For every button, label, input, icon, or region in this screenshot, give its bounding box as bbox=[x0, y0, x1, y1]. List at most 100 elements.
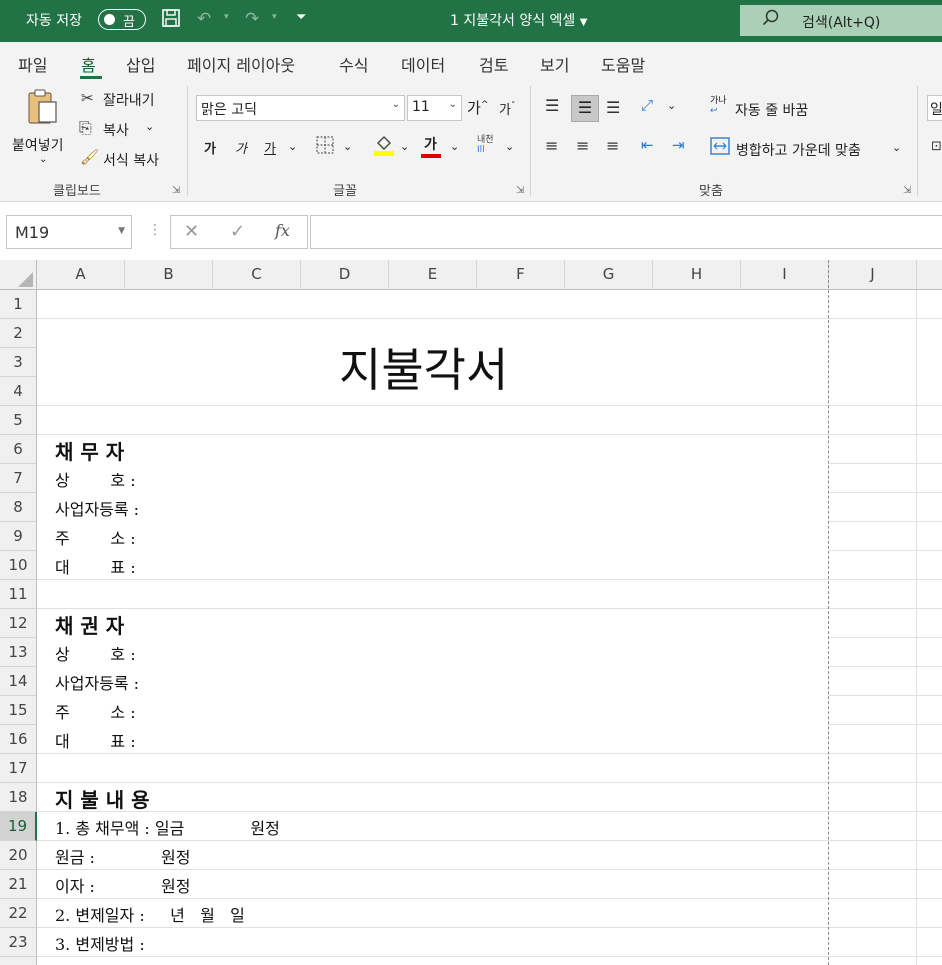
row-header-4[interactable]: 4 bbox=[0, 377, 37, 406]
redo-dropdown-icon[interactable]: ▾ bbox=[272, 12, 277, 22]
row-header-6[interactable]: 6 bbox=[0, 435, 37, 464]
column-header-c[interactable]: C bbox=[213, 260, 301, 290]
merge-center-icon[interactable] bbox=[710, 137, 730, 159]
worksheet-grid[interactable]: A B C D E F G H I J 1 2 3 4 5 6 7 8 9 10… bbox=[0, 260, 942, 965]
row-header-13[interactable]: 13 bbox=[0, 638, 37, 667]
redo-icon[interactable]: ↷ bbox=[245, 9, 259, 29]
borders-dropdown-icon[interactable]: ⌄ bbox=[343, 140, 352, 153]
tab-file[interactable]: 파일 bbox=[18, 52, 47, 76]
row-header-17[interactable]: 17 bbox=[0, 754, 37, 783]
row-header-10[interactable]: 10 bbox=[0, 551, 37, 580]
currency-icon[interactable]: ⊡ bbox=[931, 139, 942, 154]
fill-color-icon[interactable] bbox=[373, 133, 395, 161]
creditor-header[interactable]: 채 권 자 bbox=[55, 610, 124, 639]
row-header-23[interactable]: 23 bbox=[0, 928, 37, 957]
tab-help[interactable]: 도움말 bbox=[601, 52, 645, 76]
alignment-launcher-icon[interactable]: ⇲ bbox=[903, 185, 911, 196]
merge-center-button[interactable]: 병합하고 가운데 맞춤 bbox=[736, 140, 861, 160]
number-format-select[interactable]: 일 bbox=[927, 95, 942, 121]
cancel-icon[interactable]: ✕ bbox=[184, 221, 199, 242]
save-icon[interactable] bbox=[161, 8, 181, 33]
underline-dropdown-icon[interactable]: ⌄ bbox=[288, 140, 297, 153]
orientation-dropdown-icon[interactable]: ⌄ bbox=[667, 99, 676, 112]
align-bottom-icon[interactable]: ☰ bbox=[606, 98, 620, 117]
document-title[interactable]: 1 지불각서 양식 엑셀 ▼ bbox=[450, 10, 587, 30]
align-top-icon[interactable]: ☰ bbox=[545, 96, 559, 115]
row-header-24[interactable] bbox=[0, 957, 37, 965]
font-color-dropdown-icon[interactable]: ⌄ bbox=[450, 140, 459, 153]
column-header-f[interactable]: F bbox=[477, 260, 565, 290]
interest[interactable]: 이자 : 원정 bbox=[55, 873, 190, 897]
align-middle-button[interactable]: ☰ bbox=[571, 95, 599, 122]
row-header-20[interactable]: 20 bbox=[0, 841, 37, 870]
tab-data[interactable]: 데이터 bbox=[401, 52, 445, 76]
clipboard-launcher-icon[interactable]: ⇲ bbox=[172, 185, 180, 196]
paste-button[interactable]: 붙여넣기 ⌄ bbox=[8, 86, 76, 174]
search-box[interactable]: 검색(Alt+Q) bbox=[740, 5, 942, 36]
orientation-icon[interactable]: ⤢ bbox=[641, 96, 653, 114]
align-left-icon[interactable]: ≡ bbox=[545, 136, 558, 155]
column-header-a[interactable]: A bbox=[37, 260, 125, 290]
insert-function-icon[interactable]: fx bbox=[275, 221, 290, 240]
repayment-date[interactable]: 2. 변제일자 : 년 월 일 bbox=[55, 902, 245, 926]
scissors-icon[interactable]: ✂ bbox=[81, 89, 94, 107]
row-header-8[interactable]: 8 bbox=[0, 493, 37, 522]
column-header-j[interactable]: J bbox=[829, 260, 917, 290]
tab-review[interactable]: 검토 bbox=[479, 52, 508, 76]
total-debt[interactable]: 1. 총 채무액 : 일금 원정 bbox=[55, 815, 280, 839]
align-center-icon[interactable]: ≡ bbox=[576, 136, 589, 155]
font-color-button[interactable]: 가 bbox=[421, 134, 441, 158]
customize-qat-icon[interactable]: ⏷ bbox=[296, 10, 306, 25]
repayment-method[interactable]: 3. 변제방법 : bbox=[55, 931, 145, 955]
payment-header[interactable]: 지 불 내 용 bbox=[55, 784, 150, 813]
row-header-3[interactable]: 3 bbox=[0, 348, 37, 377]
column-header-k[interactable] bbox=[917, 260, 942, 290]
row-header-19[interactable]: 19 bbox=[0, 812, 37, 841]
tab-formulas[interactable]: 수식 bbox=[339, 52, 368, 76]
merge-dropdown-icon[interactable]: ⌄ bbox=[892, 141, 901, 154]
align-right-icon[interactable]: ≡ bbox=[606, 136, 619, 155]
name-box[interactable]: M19 ▼ bbox=[6, 215, 132, 249]
font-name-select[interactable]: 맑은 고딕 ⌄ bbox=[196, 95, 405, 121]
row-header-2[interactable]: 2 bbox=[0, 319, 37, 348]
creditor-registration[interactable]: 사업자등록 : bbox=[55, 670, 139, 694]
copy-button[interactable]: 복사 bbox=[103, 120, 129, 140]
underline-button[interactable]: 가 bbox=[264, 138, 276, 157]
row-header-22[interactable]: 22 bbox=[0, 899, 37, 928]
undo-icon[interactable]: ↶ bbox=[197, 9, 211, 29]
undo-dropdown-icon[interactable]: ▾ bbox=[224, 12, 229, 22]
row-header-7[interactable]: 7 bbox=[0, 464, 37, 493]
column-header-g[interactable]: G bbox=[565, 260, 653, 290]
format-painter-icon[interactable]: 🖌 bbox=[80, 148, 99, 166]
row-header-9[interactable]: 9 bbox=[0, 522, 37, 551]
shrink-font-button[interactable]: 가ˇ bbox=[499, 99, 515, 118]
copy-dropdown-icon[interactable]: ⌄ bbox=[145, 120, 154, 133]
font-size-select[interactable]: 11 ⌄ bbox=[407, 95, 462, 121]
wrap-text-button[interactable]: 자동 줄 바꿈 bbox=[735, 100, 808, 120]
row-header-12[interactable]: 12 bbox=[0, 609, 37, 638]
select-all-button[interactable] bbox=[0, 260, 37, 290]
fill-color-dropdown-icon[interactable]: ⌄ bbox=[400, 140, 409, 153]
row-header-5[interactable]: 5 bbox=[0, 406, 37, 435]
phonetic-dropdown-icon[interactable]: ⌄ bbox=[505, 140, 514, 153]
principal[interactable]: 원금 : 원정 bbox=[55, 844, 190, 868]
format-painter-button[interactable]: 서식 복사 bbox=[103, 150, 159, 170]
column-header-e[interactable]: E bbox=[389, 260, 477, 290]
cut-button[interactable]: 잘라내기 bbox=[103, 90, 155, 110]
column-header-b[interactable]: B bbox=[125, 260, 213, 290]
tab-page-layout[interactable]: 페이지 레이아웃 bbox=[187, 52, 295, 76]
column-header-h[interactable]: H bbox=[653, 260, 741, 290]
borders-icon[interactable] bbox=[315, 135, 335, 159]
tab-home[interactable]: 홈 bbox=[81, 52, 96, 76]
debtor-header[interactable]: 채 무 자 bbox=[55, 436, 124, 465]
font-launcher-icon[interactable]: ⇲ bbox=[516, 185, 524, 196]
bold-button[interactable]: 가 bbox=[204, 138, 216, 157]
copy-icon[interactable]: ⎘ bbox=[79, 118, 92, 138]
phonetic-button[interactable]: 내천 Ill bbox=[477, 135, 494, 155]
row-header-16[interactable]: 16 bbox=[0, 725, 37, 754]
column-header-d[interactable]: D bbox=[301, 260, 389, 290]
italic-button[interactable]: 가 bbox=[235, 138, 247, 157]
tab-insert[interactable]: 삽입 bbox=[126, 52, 155, 76]
row-header-21[interactable]: 21 bbox=[0, 870, 37, 899]
formula-input[interactable] bbox=[310, 215, 942, 249]
